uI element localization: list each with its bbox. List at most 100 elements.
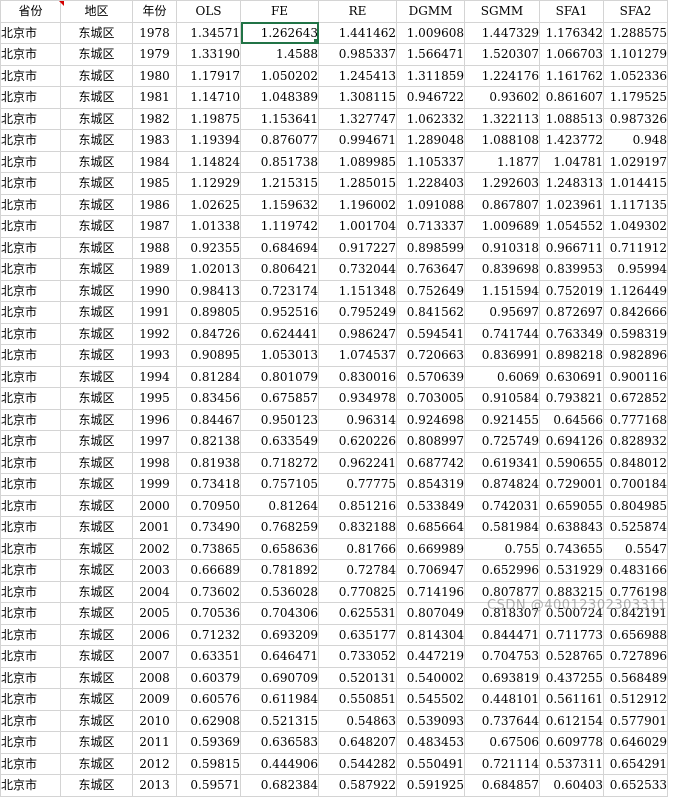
cell-province[interactable]: 北京市 [0,430,61,453]
cell-area[interactable]: 东城区 [60,451,133,474]
cell-sgmm[interactable]: 1.151594 [464,279,540,302]
cell-area[interactable]: 东城区 [60,688,133,711]
cell-re[interactable]: 0.54863 [318,709,397,732]
cell-fe[interactable]: 0.636583 [240,731,319,754]
cell-re[interactable]: 0.830016 [318,365,397,388]
cell-dgmm[interactable]: 0.841562 [396,301,465,324]
cell-dgmm[interactable]: 0.591925 [396,774,465,797]
cell-province[interactable]: 北京市 [0,408,61,431]
cell-dgmm[interactable]: 1.566471 [396,43,465,66]
header-cell-sfa2[interactable]: SFA2 [603,0,668,23]
cell-area[interactable]: 东城区 [60,666,133,689]
cell-area[interactable]: 东城区 [60,494,133,517]
cell-ols[interactable]: 1.33190 [176,43,241,66]
cell-dgmm[interactable]: 0.594541 [396,322,465,345]
cell-re[interactable]: 0.77775 [318,473,397,496]
cell-year[interactable]: 2010 [132,709,177,732]
cell-re[interactable]: 1.327747 [318,107,397,130]
cell-dgmm[interactable]: 0.706947 [396,559,465,582]
cell-dgmm[interactable]: 1.105337 [396,150,465,173]
cell-province[interactable]: 北京市 [0,623,61,646]
cell-year[interactable]: 1997 [132,430,177,453]
cell-ols[interactable]: 0.59369 [176,731,241,754]
cell-sfa1[interactable]: 1.04781 [539,150,604,173]
cell-area[interactable]: 东城区 [60,258,133,281]
cell-fe[interactable]: 1.159632 [240,193,319,216]
cell-sfa2[interactable]: 1.126449 [603,279,668,302]
cell-sfa2[interactable]: 0.672852 [603,387,668,410]
cell-sfa2[interactable]: 0.727896 [603,645,668,668]
cell-province[interactable]: 北京市 [0,473,61,496]
cell-ols[interactable]: 0.60576 [176,688,241,711]
cell-year[interactable]: 1978 [132,21,177,44]
cell-re[interactable]: 1.285015 [318,172,397,195]
cell-area[interactable]: 东城区 [60,129,133,152]
cell-sfa2[interactable]: 1.049302 [603,215,668,238]
cell-dgmm[interactable]: 0.570639 [396,365,465,388]
cell-area[interactable]: 东城区 [60,752,133,775]
cell-province[interactable]: 北京市 [0,537,61,560]
cell-area[interactable]: 东城区 [60,150,133,173]
cell-year[interactable]: 1990 [132,279,177,302]
cell-sfa1[interactable]: 0.763349 [539,322,604,345]
cell-fe[interactable]: 0.781892 [240,559,319,582]
cell-year[interactable]: 1979 [132,43,177,66]
cell-re[interactable]: 0.520131 [318,666,397,689]
cell-dgmm[interactable]: 0.720663 [396,344,465,367]
cell-sgmm[interactable]: 0.6069 [464,365,540,388]
cell-area[interactable]: 东城区 [60,623,133,646]
cell-province[interactable]: 北京市 [0,150,61,173]
cell-sfa1[interactable]: 0.743655 [539,537,604,560]
cell-ols[interactable]: 0.81284 [176,365,241,388]
cell-area[interactable]: 东城区 [60,774,133,797]
cell-re[interactable]: 0.934978 [318,387,397,410]
cell-sfa1[interactable]: 1.054552 [539,215,604,238]
cell-ols[interactable]: 1.02013 [176,258,241,281]
cell-sgmm[interactable]: 0.836991 [464,344,540,367]
cell-area[interactable]: 东城区 [60,301,133,324]
cell-sfa1[interactable]: 0.537311 [539,752,604,775]
cell-ols[interactable]: 0.63351 [176,645,241,668]
cell-sgmm[interactable]: 1.1877 [464,150,540,173]
cell-re[interactable]: 1.089985 [318,150,397,173]
cell-dgmm[interactable]: 1.009608 [396,21,465,44]
cell-province[interactable]: 北京市 [0,666,61,689]
cell-year[interactable]: 2004 [132,580,177,603]
cell-fe[interactable]: 0.81264 [240,494,319,517]
header-cell-sfa1[interactable]: SFA1 [539,0,604,23]
cell-sfa2[interactable]: 0.646029 [603,731,668,754]
cell-re[interactable]: 0.96314 [318,408,397,431]
cell-sgmm[interactable]: 0.693819 [464,666,540,689]
cell-sgmm[interactable]: 1.520307 [464,43,540,66]
cell-sfa2[interactable]: 0.828932 [603,430,668,453]
cell-year[interactable]: 1988 [132,236,177,259]
cell-ols[interactable]: 0.62908 [176,709,241,732]
cell-re[interactable]: 0.544282 [318,752,397,775]
header-cell-sgmm[interactable]: SGMM [464,0,540,23]
cell-year[interactable]: 2002 [132,537,177,560]
cell-year[interactable]: 1999 [132,473,177,496]
cell-sfa2[interactable]: 0.95994 [603,258,668,281]
cell-ols[interactable]: 1.34571 [176,21,241,44]
cell-dgmm[interactable]: 0.714196 [396,580,465,603]
cell-year[interactable]: 1985 [132,172,177,195]
cell-fe[interactable]: 0.624441 [240,322,319,345]
cell-fe[interactable]: 0.646471 [240,645,319,668]
cell-sgmm[interactable]: 1.447329 [464,21,540,44]
cell-ols[interactable]: 0.73490 [176,516,241,539]
cell-sfa2[interactable]: 0.568489 [603,666,668,689]
cell-dgmm[interactable]: 1.062332 [396,107,465,130]
cell-dgmm[interactable]: 0.669989 [396,537,465,560]
cell-re[interactable]: 0.795249 [318,301,397,324]
cell-year[interactable]: 1991 [132,301,177,324]
cell-fe[interactable]: 1.119742 [240,215,319,238]
cell-re[interactable]: 1.196002 [318,193,397,216]
cell-year[interactable]: 1982 [132,107,177,130]
cell-re[interactable]: 0.994671 [318,129,397,152]
cell-sfa2[interactable]: 1.014415 [603,172,668,195]
cell-province[interactable]: 北京市 [0,215,61,238]
cell-year[interactable]: 2006 [132,623,177,646]
cell-sgmm[interactable]: 0.839698 [464,258,540,281]
cell-area[interactable]: 东城区 [60,236,133,259]
cell-year[interactable]: 2005 [132,602,177,625]
